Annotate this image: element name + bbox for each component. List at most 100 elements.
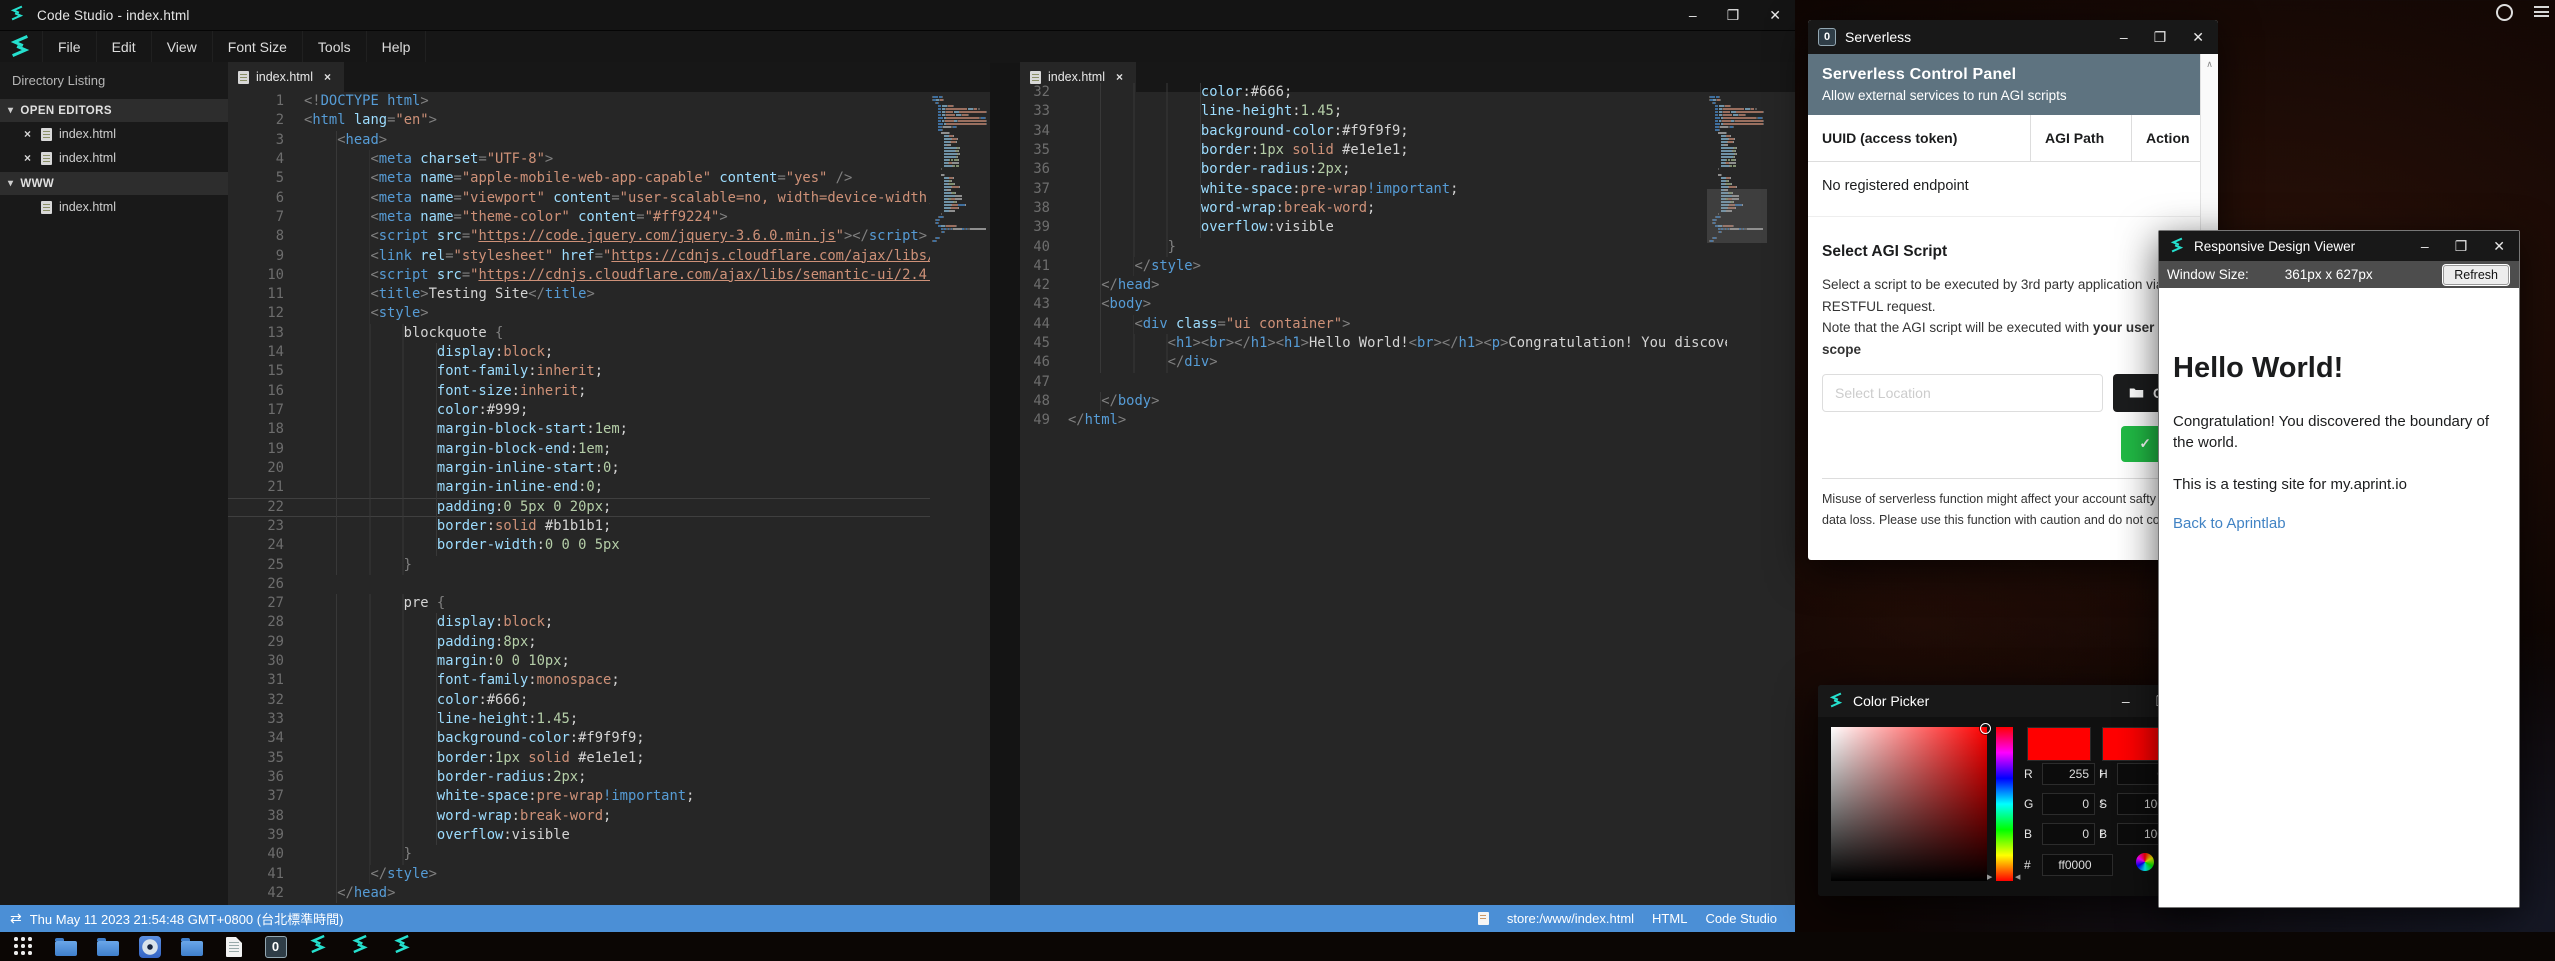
close-icon[interactable]: × <box>324 70 331 84</box>
menu-item-font-size[interactable]: Font Size <box>212 31 302 63</box>
code-line[interactable]: 23border:solid #b1b1b1; <box>228 517 930 536</box>
sidebar-item-index.html[interactable]: index.html <box>0 195 228 219</box>
menu-item-help[interactable]: Help <box>366 31 427 63</box>
code-line[interactable]: 27pre { <box>228 594 930 613</box>
status-language[interactable]: HTML <box>1652 911 1687 926</box>
taskbar-app-grid-icon[interactable] <box>12 935 35 958</box>
code-line[interactable]: 34background-color:#f9f9f9; <box>1020 122 1727 141</box>
code-line[interactable]: 4<metacharset="UTF-8"> <box>228 150 930 169</box>
back-to-aprintlab-link[interactable]: Back to Aprintlab <box>2173 515 2505 532</box>
code-line[interactable]: 41</style> <box>228 865 930 884</box>
code-line[interactable]: 39overflow:visible <box>228 826 930 845</box>
minimize-button[interactable]: – <box>1689 0 1697 30</box>
close-icon[interactable]: × <box>24 151 34 165</box>
code-line[interactable]: 17color:#999; <box>228 401 930 420</box>
tab-index-html[interactable]: index.html× <box>228 62 344 92</box>
scroll-up-icon[interactable]: ∧ <box>2206 59 2213 69</box>
sidebar-section-open-editors[interactable]: ▾OPEN EDITORS <box>0 99 228 122</box>
code-line[interactable]: 37white-space:pre-wrap!important; <box>228 787 930 806</box>
minimize-button[interactable]: – <box>2120 22 2128 52</box>
code-line[interactable]: 42</head> <box>1020 276 1727 295</box>
code-line[interactable]: 45<h1><br></h1><h1>Hello World!<br></h1>… <box>1020 334 1727 353</box>
field-value-input[interactable]: 0 <box>2042 823 2095 845</box>
code-line[interactable]: 33line-height:1.45; <box>228 710 930 729</box>
sidebar-item-index.html[interactable]: ×index.html <box>0 122 228 146</box>
minimap[interactable] <box>932 96 988 246</box>
code-line[interactable]: 22padding:05px020px; <box>228 498 930 517</box>
code-line[interactable]: 47 <box>1020 373 1727 392</box>
code-line[interactable]: 6<metaname="viewport"content="user-scala… <box>228 189 930 208</box>
taskbar-code-studio-icon[interactable] <box>390 935 413 958</box>
menu-item-tools[interactable]: Tools <box>302 31 366 63</box>
code-line[interactable]: 48</body> <box>1020 392 1727 411</box>
code-line[interactable]: 40} <box>228 845 930 864</box>
hue-marker-right-icon[interactable]: ◀ <box>2015 873 2020 881</box>
code-line[interactable]: 8<scriptsrc="https://code.jquery.com/jqu… <box>228 227 930 246</box>
code-line[interactable]: 33line-height:1.45; <box>1020 102 1727 121</box>
code-line[interactable]: 40} <box>1020 238 1727 257</box>
code-area[interactable]: 32color:#666;33line-height:1.45;34backgr… <box>1020 83 1727 905</box>
code-line[interactable]: 32color:#666; <box>228 691 930 710</box>
code-line[interactable]: 49</html> <box>1020 411 1727 430</box>
code-line[interactable]: 3<head> <box>228 131 930 150</box>
minimize-button[interactable]: – <box>2122 686 2130 716</box>
code-line[interactable]: 24border-width:0005px <box>228 536 930 555</box>
code-line[interactable]: 12<style> <box>228 304 930 323</box>
menu-item-file[interactable]: File <box>42 31 96 63</box>
taskbar-folder-icon[interactable] <box>54 935 77 958</box>
minimize-button[interactable]: – <box>2421 231 2429 261</box>
code-line[interactable]: 42</head> <box>228 884 930 903</box>
code-line[interactable]: 9<linkrel="stylesheet"href="https://cdnj… <box>228 247 930 266</box>
taskbar-serverless-app-icon[interactable] <box>264 935 287 958</box>
code-line[interactable]: 25} <box>228 556 930 575</box>
code-line[interactable]: 16font-size:inherit; <box>228 382 930 401</box>
taskbar-code-studio-icon[interactable] <box>348 935 371 958</box>
code-line[interactable]: 19margin-block-end:1em; <box>228 440 930 459</box>
close-icon[interactable]: × <box>1116 70 1123 84</box>
code-line[interactable]: 2<htmllang="en"> <box>228 111 930 130</box>
minimap[interactable] <box>1709 96 1765 246</box>
code-line[interactable]: 35border:1pxsolid #e1e1e1; <box>1020 141 1727 160</box>
taskbar-folder-icon[interactable] <box>96 935 119 958</box>
hex-input[interactable]: ff0000 <box>2042 854 2113 876</box>
menu-icon[interactable] <box>2534 6 2549 20</box>
minimap-slider[interactable] <box>1707 189 1767 243</box>
taskbar-code-studio-icon[interactable] <box>306 935 329 958</box>
code-line[interactable]: 18margin-block-start:1em; <box>228 420 930 439</box>
code-line[interactable]: 28display:block; <box>228 613 930 632</box>
field-value-input[interactable]: 0 <box>2042 793 2095 815</box>
code-line[interactable]: 31font-family:monospace; <box>228 671 930 690</box>
code-line[interactable]: 34background-color:#f9f9f9; <box>228 729 930 748</box>
code-line[interactable]: 32color:#666; <box>1020 83 1727 102</box>
code-line[interactable]: 14display:block; <box>228 343 930 362</box>
code-line[interactable]: 5<metaname="apple-mobile-web-app-capable… <box>228 169 930 188</box>
code-line[interactable]: 46</div> <box>1020 353 1727 372</box>
status-circle-icon[interactable] <box>2496 4 2513 21</box>
editor-pane-1[interactable]: index.html×1<!DOCTYPEhtml>2<htmllang="en… <box>228 62 990 905</box>
taskbar-document-icon[interactable] <box>222 935 245 958</box>
code-line[interactable]: 1<!DOCTYPEhtml> <box>228 92 930 111</box>
close-button[interactable]: ✕ <box>2192 22 2204 52</box>
code-line[interactable]: 43<body> <box>1020 295 1727 314</box>
menu-item-edit[interactable]: Edit <box>96 31 151 63</box>
code-line[interactable]: 26 <box>228 575 930 594</box>
maximize-button[interactable]: ❐ <box>2455 231 2468 261</box>
code-line[interactable]: 36border-radius:2px; <box>1020 160 1727 179</box>
code-line[interactable]: 44<divclass="ui container"> <box>1020 315 1727 334</box>
editor-pane-2[interactable]: index.html×32color:#666;33line-height:1.… <box>1020 62 1795 905</box>
menu-item-view[interactable]: View <box>151 31 212 63</box>
code-line[interactable]: 30margin:0010px; <box>228 652 930 671</box>
taskbar-folder-icon[interactable] <box>180 935 203 958</box>
field-value-input[interactable]: 255 <box>2042 763 2095 785</box>
code-line[interactable]: 11<title>Testing Site</title> <box>228 285 930 304</box>
hue-slider[interactable] <box>1996 727 2013 881</box>
code-line[interactable]: 15font-family:inherit; <box>228 362 930 381</box>
saturation-value-gradient[interactable] <box>1831 727 1987 881</box>
code-line[interactable]: 35border:1pxsolid #e1e1e1; <box>228 749 930 768</box>
code-line[interactable]: 21margin-inline-end:0; <box>228 478 930 497</box>
sidebar-section-www[interactable]: ▾WWW <box>0 172 228 195</box>
taskbar-media-disc-icon[interactable] <box>138 935 161 958</box>
hue-marker-left-icon[interactable]: ▶ <box>1987 873 1992 881</box>
close-button[interactable]: ✕ <box>1769 0 1781 30</box>
select-location-input[interactable] <box>1822 374 2103 412</box>
